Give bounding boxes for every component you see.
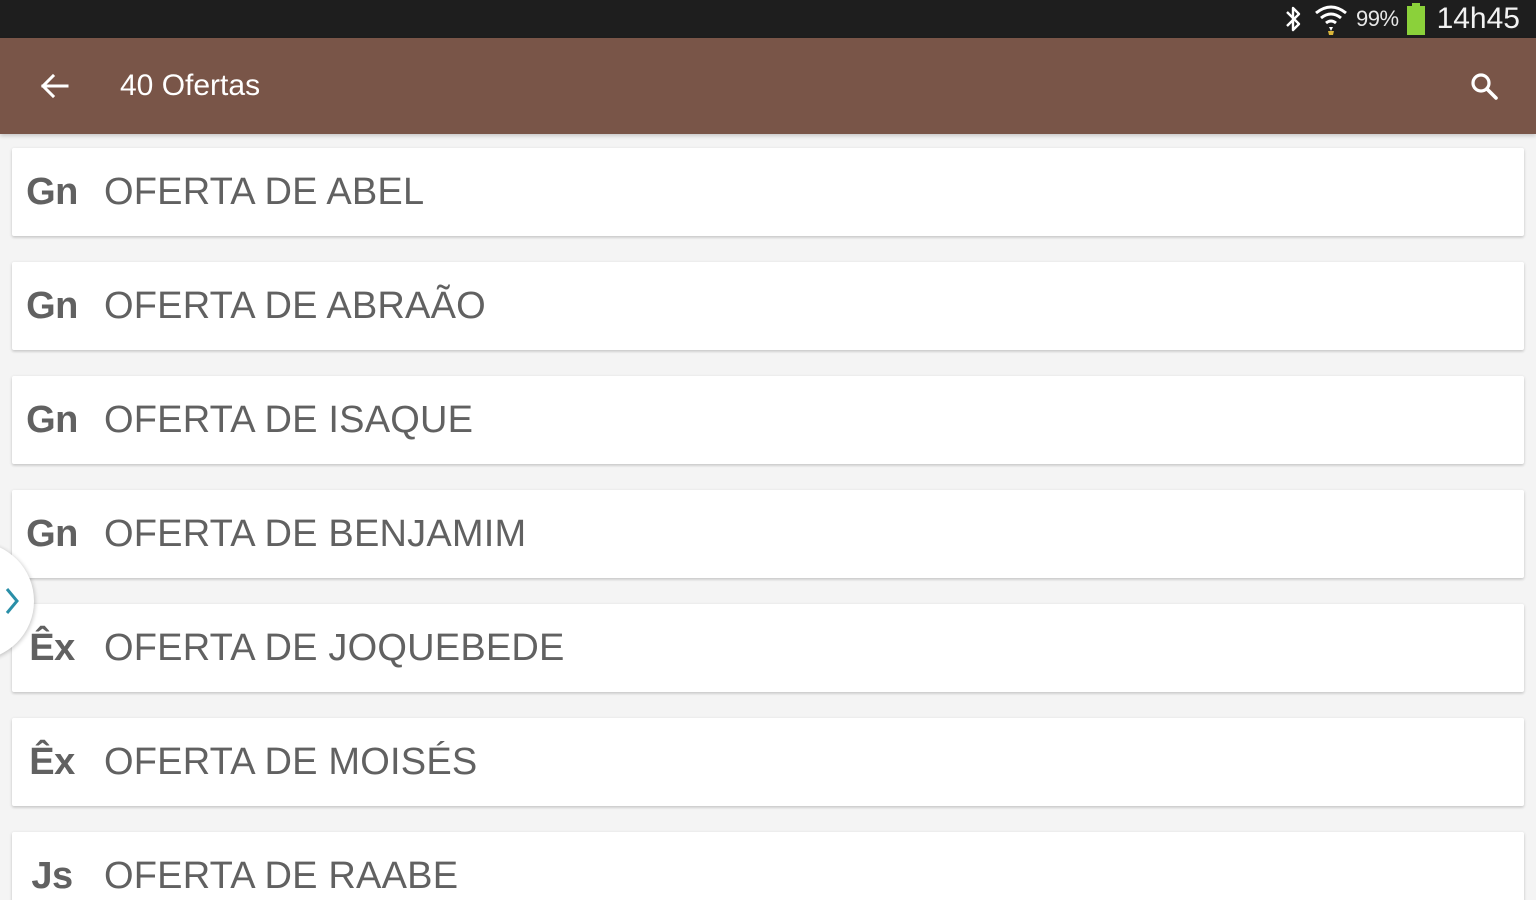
book-abbreviation: Js: [31, 854, 73, 897]
list-item[interactable]: Gn OFERTA DE ABEL: [12, 148, 1524, 236]
status-icons: 99% 14h45: [1280, 0, 1520, 38]
battery-percent: 99%: [1356, 6, 1399, 31]
offer-title: OFERTA DE BENJAMIM: [104, 512, 527, 555]
chevron-right-icon: [5, 588, 19, 614]
clock: 14h45: [1436, 2, 1520, 35]
book-abbreviation: Gn: [26, 512, 78, 555]
list-item[interactable]: Êx OFERTA DE MOISÉS: [12, 718, 1524, 806]
offers-list: Gn OFERTA DE ABEL Gn OFERTA DE ABRAÃO Gn…: [0, 134, 1536, 900]
list-item[interactable]: Js OFERTA DE RAABE: [12, 832, 1524, 900]
page-title: 40 Ofertas: [120, 69, 261, 102]
back-button[interactable]: [26, 62, 82, 110]
book-abbreviation: Gn: [26, 284, 78, 327]
app-toolbar: 40 Ofertas: [0, 38, 1536, 134]
status-bar: 99% 14h45: [0, 0, 1536, 38]
offer-title: OFERTA DE ABEL: [104, 170, 425, 213]
book-abbreviation: Gn: [26, 398, 78, 441]
offer-title: OFERTA DE RAABE: [104, 854, 459, 897]
search-button[interactable]: [1458, 62, 1510, 110]
offer-title: OFERTA DE ABRAÃO: [104, 284, 486, 327]
list-item[interactable]: Gn OFERTA DE ABRAÃO: [12, 262, 1524, 350]
book-abbreviation: Êx: [29, 740, 75, 783]
offer-title: OFERTA DE ISAQUE: [104, 398, 474, 441]
search-icon: [1471, 73, 1498, 100]
book-abbreviation: Gn: [26, 170, 78, 213]
arrow-left-icon: [40, 73, 69, 99]
battery-icon: [1406, 3, 1425, 35]
offer-title: OFERTA DE MOISÉS: [104, 740, 478, 783]
list-item[interactable]: Êx OFERTA DE JOQUEBEDE: [12, 604, 1524, 692]
bluetooth-icon: [1286, 6, 1301, 32]
wifi-icon: [1315, 5, 1347, 35]
list-item[interactable]: Gn OFERTA DE BENJAMIM: [12, 490, 1524, 578]
list-item[interactable]: Gn OFERTA DE ISAQUE: [12, 376, 1524, 464]
offer-title: OFERTA DE JOQUEBEDE: [104, 626, 565, 669]
